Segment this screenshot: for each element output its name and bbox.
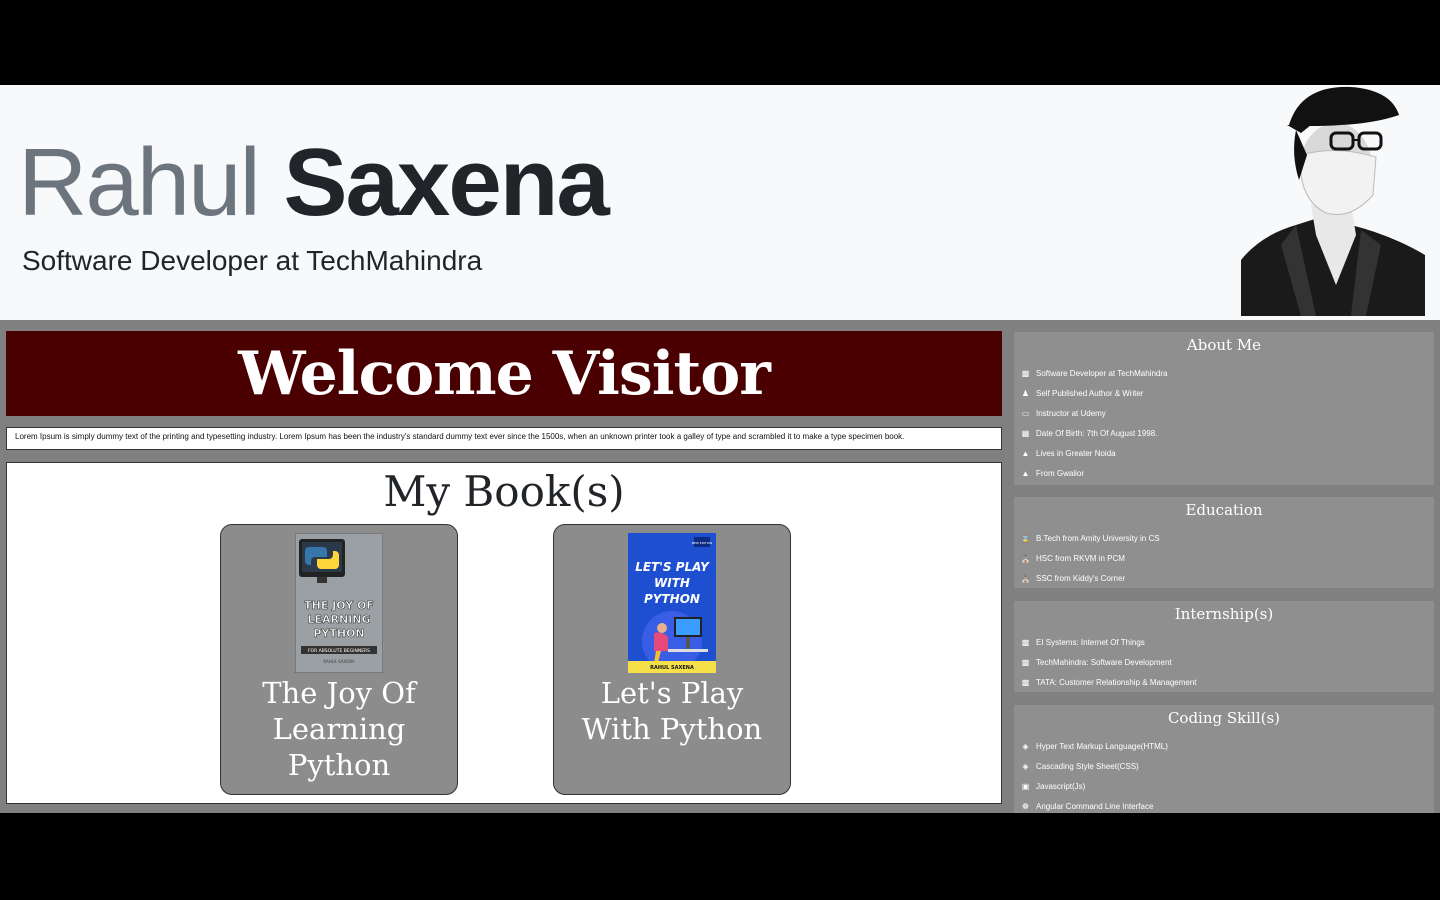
list-item: ▩ Software Developer at TechMahindra [1021, 363, 1434, 383]
book-cover-image[interactable]: NEW EDITION LET'S PLAY WITH PYTHON RAHUL… [628, 533, 716, 673]
school-icon: ⛪ [1020, 553, 1031, 563]
chalkboard-teacher-icon: ▭ [1021, 408, 1030, 418]
internships-heading: Internship(s) [1174, 605, 1274, 623]
book-title[interactable]: The Joy Of Learning Python [221, 675, 457, 783]
html5-icon: ◈ [1022, 741, 1029, 751]
profile-subtitle: Software Developer at TechMahindra [22, 245, 483, 276]
list-item-label: Lives in Greater Noida [1036, 448, 1116, 458]
list-item-label: Hyper Text Markup Language(HTML) [1036, 741, 1168, 751]
js-icon: ▣ [1021, 781, 1030, 791]
about-me-panel: About Me ▩ Software Developer at TechMahi… [1014, 332, 1434, 485]
main-content: Welcome Visitor Lorem Ipsum is simply du… [0, 320, 1440, 813]
list-item-label: Cascading Style Sheet(CSS) [1036, 761, 1139, 771]
book-title[interactable]: Let's Play With Python [554, 675, 790, 747]
angular-icon: ❁ [1022, 801, 1029, 811]
first-name: Rahul [18, 129, 261, 236]
welcome-banner: Welcome Visitor [6, 331, 1002, 416]
coding-skills-heading: Coding Skill(s) [1167, 709, 1281, 727]
top-black-bar [0, 0, 1440, 85]
coding-skills-panel: Coding Skill(s) ◈ Hyper Text Markup Langu… [1014, 705, 1434, 813]
education-panel: Education ⌛ B.Tech from Amity University … [1014, 497, 1434, 588]
cover-line-3: PYTHON [313, 627, 364, 640]
school-icon: ⛪ [1020, 573, 1031, 583]
education-heading: Education [1185, 501, 1263, 519]
list-item: ▭ Instructor at Udemy [1021, 403, 1434, 423]
briefcase-icon: ▩ [1021, 657, 1030, 667]
list-item-label: Javascript(Js) [1036, 781, 1086, 791]
book-card[interactable]: NEW EDITION LET'S PLAY WITH PYTHON RAHUL… [553, 524, 791, 795]
cover-line-2: LEARNING [307, 613, 370, 626]
intro-text: Lorem Ipsum is simply dummy text of the … [6, 427, 1002, 450]
cover-line-1: THE JOY OF [304, 599, 374, 612]
internships-panel: Internship(s) ▩ EI Systems: Internet Of T… [1014, 601, 1434, 692]
calendar-icon: ▦ [1021, 428, 1030, 438]
list-item-label: EI Systems: Internet Of Things [1036, 637, 1145, 647]
coding-skills-list: ◈ Hyper Text Markup Language(HTML) ◈ Casca… [1014, 736, 1434, 816]
list-item-label: TATA: Customer Relationship & Management [1036, 677, 1197, 687]
list-item-label: Angular Command Line Interface [1036, 801, 1154, 811]
cover-line-2: WITH [654, 576, 690, 590]
list-item-label: Instructor at Udemy [1036, 408, 1106, 418]
cover-subtitle: FOR ABSOLUTE BEGINNERS [308, 648, 370, 654]
list-item: ▩ EI Systems: Internet Of Things [1021, 632, 1434, 652]
briefcase-icon: ▩ [1021, 637, 1030, 647]
list-item: ♟ Self Published Author & Writer [1021, 383, 1434, 403]
list-item-label: HSC from RKVM in PCM [1036, 553, 1125, 563]
list-item-label: From Gwalior [1036, 468, 1085, 478]
internships-list: ▩ EI Systems: Internet Of Things ▩ TechMah… [1014, 632, 1434, 692]
list-item: ◈ Cascading Style Sheet(CSS) [1021, 756, 1434, 776]
about-me-heading: About Me [1186, 336, 1262, 354]
welcome-title: Welcome Visitor [238, 338, 771, 409]
list-item: ⛪ SSC from Kiddy's Corner [1021, 568, 1434, 588]
list-item-label: SSC from Kiddy's Corner [1036, 573, 1126, 583]
list-item: ▩ TATA: Customer Relationship & Managemen… [1021, 672, 1434, 692]
user-pen-icon: ♟ [1021, 388, 1030, 398]
map-location-icon: ▲ [1021, 448, 1030, 458]
book-card[interactable]: THE JOY OF LEARNING PYTHON FOR ABSOLUTE … [220, 524, 458, 795]
list-item-label: Self Published Author & Writer [1036, 388, 1144, 398]
about-me-list: ▩ Software Developer at TechMahindra ♟ Sel… [1014, 363, 1434, 483]
last-name: Saxena [283, 129, 610, 236]
list-item: ◈ Hyper Text Markup Language(HTML) [1021, 736, 1434, 756]
list-item-label: TechMahindra: Software Development [1036, 657, 1172, 667]
cover-author: RAHUL SAXENA [650, 665, 694, 671]
profile-avatar [1241, 85, 1425, 316]
list-item: ▣ Javascript(Js) [1021, 776, 1434, 796]
list-item: ▦ Date Of Birth: 7th Of August 1998. [1021, 423, 1434, 443]
map-location-icon: ▲ [1021, 468, 1030, 478]
list-item-label: Date Of Birth: 7th Of August 1998. [1036, 428, 1158, 438]
book-cover-image[interactable]: THE JOY OF LEARNING PYTHON FOR ABSOLUTE … [294, 532, 384, 674]
list-item: ▩ TechMahindra: Software Development [1021, 652, 1434, 672]
cover-badge: NEW EDITION [692, 541, 712, 545]
cover-author: RAHUL SAXENA [323, 659, 354, 664]
list-item: ⛪ HSC from RKVM in PCM [1021, 548, 1434, 568]
books-section: My Book(s) THE JOY OF LEARNING PYTHON FO… [6, 462, 1002, 804]
briefcase-icon: ▩ [1021, 368, 1030, 378]
list-item: ▲ From Gwalior [1021, 463, 1434, 483]
cover-line-3: PYTHON [644, 592, 700, 606]
list-item: ▲ Lives in Greater Noida [1021, 443, 1434, 463]
briefcase-icon: ▩ [1021, 677, 1030, 687]
hourglass-icon: ⌛ [1020, 533, 1031, 543]
cover-line-1: LET'S PLAY [635, 560, 710, 574]
list-item-label: Software Developer at TechMahindra [1036, 368, 1168, 378]
page-header: Rahul Saxena Software Developer at TechM… [0, 85, 1440, 320]
profile-name: Rahul Saxena [18, 135, 610, 231]
education-list: ⌛ B.Tech from Amity University in CS ⛪ HSC… [1014, 528, 1434, 588]
list-item: ⌛ B.Tech from Amity University in CS [1021, 528, 1434, 548]
books-heading: My Book(s) [383, 467, 625, 516]
list-item-label: B.Tech from Amity University in CS [1036, 533, 1160, 543]
css3-icon: ◈ [1022, 761, 1029, 771]
bottom-black-bar [0, 813, 1440, 900]
